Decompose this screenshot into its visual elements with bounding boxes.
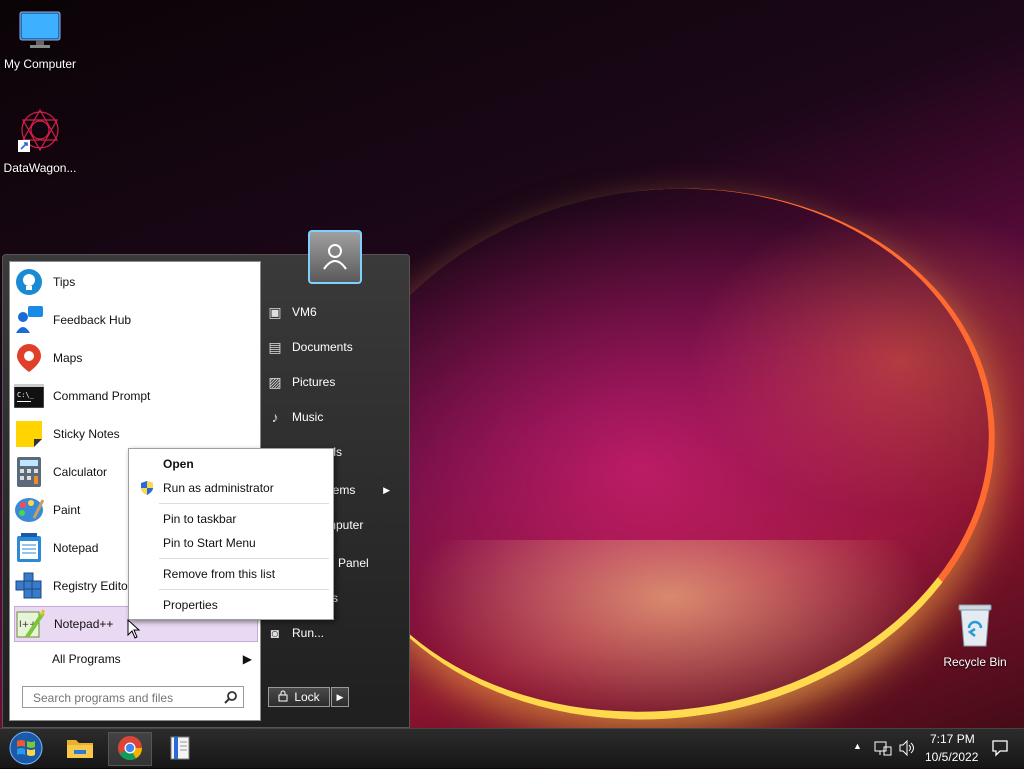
- program-maps[interactable]: Maps: [14, 340, 258, 376]
- ctx-remove-from-list[interactable]: Remove from this list: [163, 567, 275, 581]
- lightbulb-icon: [14, 267, 44, 297]
- show-hidden-icons-chevron-up-icon[interactable]: ▲: [853, 741, 862, 751]
- desktop-icon-label: My Computer: [3, 57, 77, 71]
- right-item-pictures[interactable]: ▨ Pictures: [266, 367, 402, 397]
- right-item-label: l Panel: [332, 556, 369, 570]
- registry-icon: [14, 571, 44, 601]
- search-icon[interactable]: [224, 690, 238, 707]
- desktop-icon-my-computer[interactable]: My Computer: [0, 10, 80, 71]
- search-input[interactable]: [31, 690, 215, 706]
- taskbar-chrome[interactable]: [108, 732, 152, 766]
- user-avatar[interactable]: [308, 230, 362, 284]
- map-pin-icon: [14, 343, 44, 373]
- chevron-right-icon: ▶: [336, 691, 344, 702]
- right-item-label: VM6: [292, 305, 317, 319]
- right-item-label: Run...: [292, 626, 325, 640]
- ctx-separator: [159, 589, 329, 590]
- program-feedback-hub[interactable]: Feedback Hub: [14, 302, 258, 338]
- notepadpp-icon: I++: [15, 609, 45, 639]
- ctx-run-as-administrator[interactable]: Run as administrator: [163, 481, 274, 495]
- taskbar: ▲ 7:17 PM 10/5/2022: [0, 728, 1024, 768]
- run-icon: ◙: [270, 625, 280, 641]
- document-icon: ▤: [268, 338, 282, 355]
- taskbar-app-book[interactable]: [158, 732, 202, 766]
- volume-icon[interactable]: [898, 739, 916, 760]
- mouse-cursor-icon: [127, 618, 141, 642]
- chevron-right-icon: ▶: [242, 652, 252, 666]
- program-label: Sticky Notes: [53, 427, 120, 441]
- lock-label: Lock: [294, 690, 320, 704]
- calculator-icon: [14, 457, 44, 487]
- right-item-label: Documents: [292, 340, 353, 354]
- shield-icon: [139, 480, 155, 499]
- ctx-open[interactable]: Open: [163, 457, 194, 471]
- all-programs-label: All Programs: [52, 652, 121, 666]
- right-item-label: Music: [292, 410, 324, 424]
- program-label: Notepad++: [54, 617, 114, 631]
- palette-icon: [14, 495, 44, 525]
- program-label: Registry Editor: [53, 579, 132, 593]
- shutdown-options-button[interactable]: ▶: [331, 687, 349, 707]
- sticky-note-icon: [14, 419, 44, 449]
- picture-icon: ▨: [268, 373, 282, 390]
- program-label: Tips: [53, 275, 76, 289]
- book-icon: [170, 736, 190, 763]
- program-label: Command Prompt: [53, 389, 151, 403]
- all-programs-button[interactable]: All Programs ▶: [52, 652, 258, 666]
- recycle-bin-icon: [955, 604, 995, 651]
- notepad-icon: [14, 533, 44, 563]
- wallpaper-glow: [410, 540, 930, 730]
- desktop-icon-label: Recycle Bin: [943, 655, 1007, 669]
- datawagon-logo-icon: [16, 108, 64, 157]
- notification-icon[interactable]: [991, 739, 1009, 760]
- clock-time[interactable]: 7:17 PM: [930, 732, 975, 746]
- feedback-icon: [14, 305, 44, 335]
- ctx-separator: [159, 558, 329, 559]
- taskbar-file-explorer[interactable]: [58, 732, 102, 766]
- right-item-label: Pictures: [292, 375, 336, 389]
- network-icon[interactable]: [874, 739, 892, 760]
- program-command-prompt[interactable]: C:\_ Command Prompt: [14, 378, 258, 414]
- lock-icon: [278, 690, 288, 705]
- ctx-pin-to-taskbar[interactable]: Pin to taskbar: [163, 512, 236, 526]
- program-label: Calculator: [53, 465, 108, 479]
- search-box[interactable]: [22, 686, 244, 708]
- right-item-documents[interactable]: ▤ Documents: [266, 332, 402, 362]
- program-sticky-notes[interactable]: Sticky Notes: [14, 416, 258, 452]
- program-label: Feedback Hub: [53, 313, 132, 327]
- ctx-properties[interactable]: Properties: [163, 598, 218, 612]
- chevron-right-icon: ▶: [383, 484, 390, 495]
- program-label: Maps: [53, 351, 83, 365]
- desktop-icon-label: DataWagon...: [3, 161, 77, 175]
- svg-text:C:\_: C:\_: [17, 391, 35, 399]
- music-icon: ♪: [271, 409, 279, 425]
- terminal-icon: C:\_: [14, 381, 44, 411]
- folder-icon: [66, 736, 94, 763]
- context-menu: Open Run as administrator Pin to taskbar…: [128, 448, 334, 620]
- lock-button[interactable]: Lock: [268, 687, 330, 707]
- right-item-music[interactable]: ♪ Music: [266, 402, 402, 432]
- start-button[interactable]: [4, 730, 48, 769]
- user-folder-icon: ▣: [268, 303, 282, 320]
- ctx-pin-to-start-menu[interactable]: Pin to Start Menu: [163, 536, 256, 550]
- windows-orb-icon: [8, 730, 44, 769]
- desktop-icon-recycle-bin[interactable]: Recycle Bin: [935, 602, 1015, 669]
- right-item-run[interactable]: ◙ Run...: [266, 618, 402, 648]
- program-tips[interactable]: Tips: [14, 264, 258, 300]
- clock-date[interactable]: 10/5/2022: [925, 750, 978, 764]
- desktop-icon-datawagon[interactable]: DataWagon...: [0, 108, 80, 175]
- chrome-icon: [117, 735, 143, 764]
- program-label: Paint: [53, 503, 81, 517]
- ctx-separator: [159, 503, 329, 504]
- monitor-icon: [18, 11, 62, 53]
- user-icon: [320, 241, 350, 274]
- program-label: Notepad: [53, 541, 99, 555]
- right-item-vm6[interactable]: ▣ VM6: [266, 297, 402, 327]
